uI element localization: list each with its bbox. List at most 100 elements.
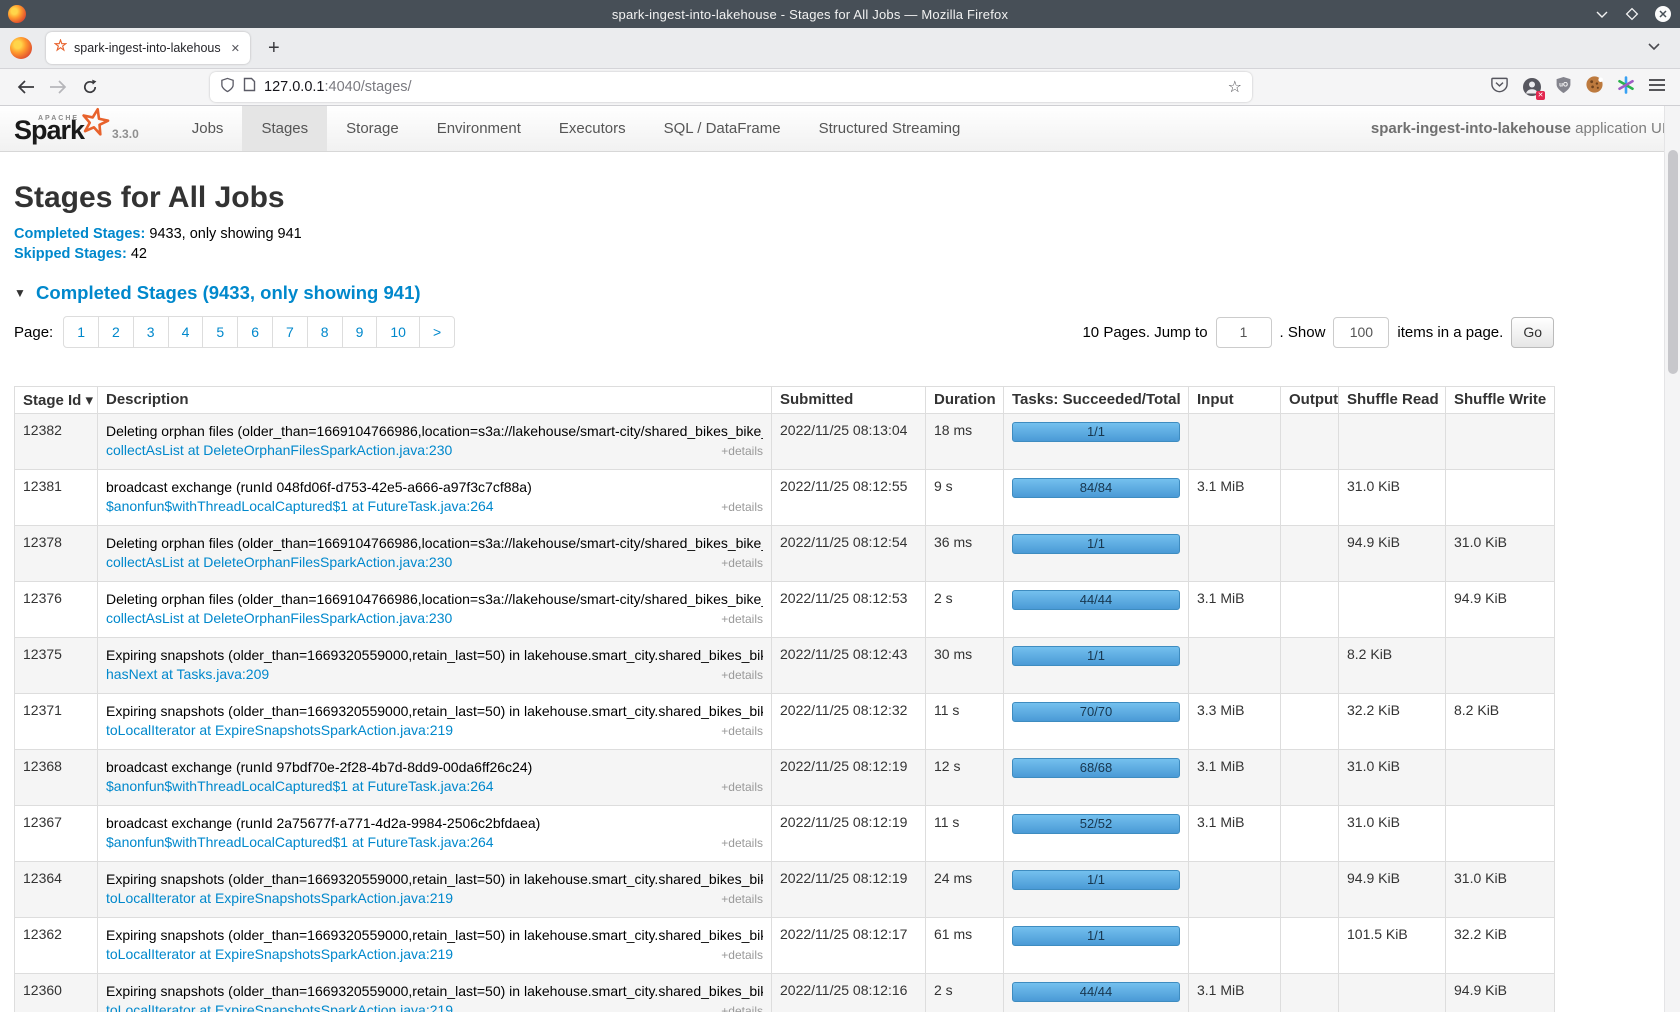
shuffle-read-cell: 8.2 KiB [1339,638,1446,694]
column-header[interactable]: Output [1281,387,1339,414]
column-header[interactable]: Duration [926,387,1004,414]
details-toggle[interactable]: +details [713,778,763,797]
spark-logo[interactable]: APACHE Spark 3.3.0 [0,106,149,151]
spark-nav-item[interactable]: Jobs [173,106,243,151]
details-toggle[interactable]: +details [713,666,763,685]
stage-callsite-link[interactable]: $anonfun$withThreadLocalCaptured$1 at Fu… [106,497,494,516]
details-toggle[interactable]: +details [713,554,763,573]
stage-callsite-link[interactable]: toLocalIterator at ExpireSnapshotsSparkA… [106,1001,453,1012]
details-toggle[interactable]: +details [713,610,763,629]
browser-tab[interactable]: spark-ingest-into-lakehous ✕ [46,32,250,64]
input-cell: 3.3 MiB [1189,694,1281,750]
show-items-input[interactable] [1333,317,1389,348]
new-tab-button[interactable]: + [268,38,280,58]
details-toggle[interactable]: +details [713,890,763,909]
close-icon[interactable] [1654,5,1672,23]
url-bar[interactable]: 127.0.0.1:4040/stages/ ☆ [210,72,1252,102]
stage-callsite-link[interactable]: toLocalIterator at ExpireSnapshotsSparkA… [106,721,453,740]
stage-callsite-link[interactable]: collectAsList at DeleteOrphanFilesSparkA… [106,609,452,628]
spark-nav-item[interactable]: Executors [540,106,645,151]
minimize-icon[interactable] [1594,6,1610,22]
reload-icon[interactable] [74,73,106,101]
tasks-progress-bar: 1/1 [1012,534,1180,554]
profile-badge: ✕ [1536,91,1545,100]
shuffle-write-cell: 8.2 KiB [1446,694,1555,750]
details-toggle[interactable]: +details [713,722,763,741]
shuffle-write-cell: 31.0 KiB [1446,526,1555,582]
page-number-button[interactable]: 5 [202,316,238,348]
back-icon[interactable] [10,73,42,101]
scrollbar-thumb[interactable] [1668,150,1678,374]
details-toggle[interactable]: +details [713,1002,763,1012]
tasks-progress-bar: 1/1 [1012,646,1180,666]
page-number-button[interactable]: > [419,316,455,348]
output-cell [1281,582,1339,638]
maximize-icon[interactable] [1624,6,1640,22]
stage-callsite-link[interactable]: $anonfun$withThreadLocalCaptured$1 at Fu… [106,777,494,796]
page-info-icon[interactable] [243,77,256,97]
page-number-button[interactable]: 1 [63,316,99,348]
page-number-button[interactable]: 10 [376,316,420,348]
page-number-button[interactable]: 6 [237,316,273,348]
details-toggle[interactable]: +details [713,834,763,853]
duration-cell: 36 ms [926,526,1004,582]
cookie-icon[interactable] [1585,75,1604,99]
pocket-icon[interactable] [1490,76,1509,99]
column-header[interactable]: Shuffle Write [1446,387,1555,414]
page-number-button[interactable]: 9 [342,316,378,348]
shield-icon[interactable] [220,77,235,98]
page-number-button[interactable]: 4 [168,316,204,348]
tasks-cell: 1/1 [1004,918,1189,974]
spark-nav-item[interactable]: SQL / DataFrame [645,106,800,151]
tab-title: spark-ingest-into-lakehous [74,41,222,55]
submitted-cell: 2022/11/25 08:12:19 [772,750,926,806]
stage-callsite-link[interactable]: hasNext at Tasks.java:209 [106,665,269,684]
output-cell [1281,414,1339,470]
firefox-view-icon[interactable] [10,37,32,59]
page-number-button[interactable]: 3 [133,316,169,348]
tab-list-chevron-icon[interactable] [1646,38,1662,59]
column-header[interactable]: Shuffle Read [1339,387,1446,414]
column-header[interactable]: Input [1189,387,1281,414]
completed-stages-table: Stage Id ▾DescriptionSubmittedDurationTa… [14,386,1555,1012]
column-header[interactable]: Tasks: Succeeded/Total [1004,387,1189,414]
spark-nav-item[interactable]: Storage [327,106,418,151]
completed-stages-section-header[interactable]: ▼ Completed Stages (9433, only showing 9… [14,282,1556,304]
bookmark-star-icon[interactable]: ☆ [1228,77,1242,97]
skipped-stages-link[interactable]: Skipped Stages: [14,246,127,262]
tab-close-icon[interactable]: ✕ [229,42,242,55]
extension-asterisk-icon[interactable] [1617,76,1635,99]
column-header[interactable]: Submitted [772,387,926,414]
forward-icon[interactable] [42,73,74,101]
details-toggle[interactable]: +details [713,946,763,965]
table-row: 12367 broadcast exchange (runId 2a75677f… [15,806,1555,862]
items-text: items in a page. [1397,324,1503,341]
stage-description: broadcast exchange (runId 2a75677f-a771-… [106,814,763,833]
details-toggle[interactable]: +details [713,442,763,461]
page-number-button[interactable]: 7 [272,316,308,348]
stage-callsite-link[interactable]: collectAsList at DeleteOrphanFilesSparkA… [106,553,452,572]
scrollbar-track[interactable] [1664,106,1680,1012]
details-toggle[interactable]: +details [713,498,763,517]
stage-callsite-link[interactable]: toLocalIterator at ExpireSnapshotsSparkA… [106,889,453,908]
stage-callsite-link[interactable]: $anonfun$withThreadLocalCaptured$1 at Fu… [106,833,494,852]
completed-stages-link[interactable]: Completed Stages: [14,226,145,242]
shuffle-write-cell [1446,638,1555,694]
description-cell: broadcast exchange (runId 2a75677f-a771-… [98,806,772,862]
ublock-icon[interactable]: uO [1555,76,1572,99]
stage-callsite-link[interactable]: toLocalIterator at ExpireSnapshotsSparkA… [106,945,453,964]
page-number-button[interactable]: 2 [98,316,134,348]
jump-to-input[interactable] [1216,317,1272,348]
spark-nav-item[interactable]: Structured Streaming [800,106,980,151]
tasks-cell: 1/1 [1004,638,1189,694]
page-number-button[interactable]: 8 [307,316,343,348]
spark-nav-item[interactable]: Stages [242,106,327,151]
stage-callsite-link[interactable]: collectAsList at DeleteOrphanFilesSparkA… [106,441,452,460]
profile-icon[interactable]: ✕ [1522,77,1542,97]
go-button[interactable]: Go [1511,317,1554,348]
menu-icon[interactable] [1648,78,1666,97]
column-header[interactable]: Stage Id ▾ [15,387,98,414]
spark-nav-item[interactable]: Environment [418,106,540,151]
page-label: Page: [14,324,53,341]
column-header[interactable]: Description [98,387,772,414]
